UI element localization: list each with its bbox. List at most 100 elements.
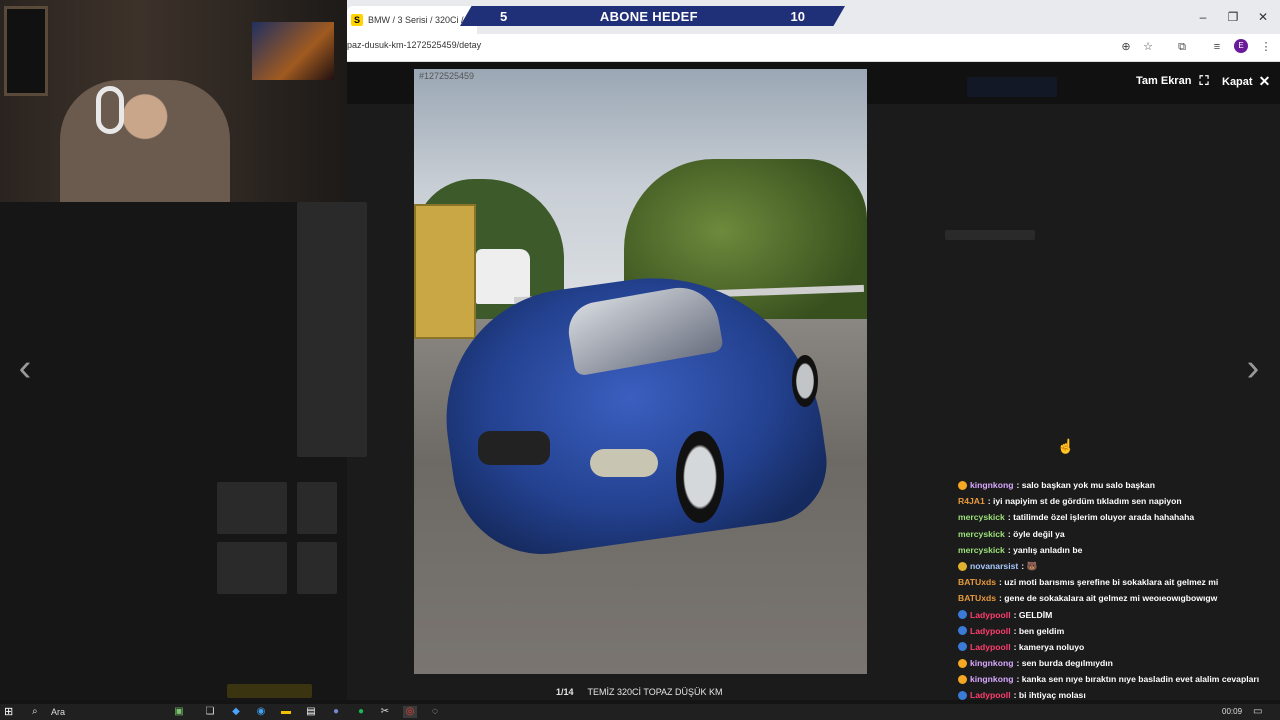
- chat-text: : sen burda degılmıydın: [1016, 658, 1113, 669]
- url-text[interactable]: paz-dusuk-km-1272525459/detay: [347, 40, 481, 50]
- copilot-icon[interactable]: ◆: [229, 706, 243, 718]
- dim-main-photo: [297, 202, 367, 457]
- chat-badge-icon: [958, 658, 967, 668]
- chat-message: mercyskick: tatilimde özel işlerim oluyo…: [958, 509, 1280, 525]
- subscriber-goal-bar: 5 ABONE HEDEF 10: [460, 6, 845, 26]
- windows-start-icon[interactable]: ⊞: [4, 706, 16, 718]
- chrome-icon[interactable]: ◎: [403, 706, 417, 718]
- dim-thumbnail: [217, 542, 287, 594]
- chat-username[interactable]: R4JA1: [958, 493, 985, 509]
- dim-thumbnail: [297, 482, 337, 534]
- chat-text: : kamerya noluyo: [1013, 641, 1085, 652]
- chat-message: Ladypooll: GELDİM: [958, 607, 1280, 623]
- chat-text: : bi ihtiyaç molası: [1013, 690, 1086, 701]
- chat-username[interactable]: kingnkong: [970, 477, 1013, 493]
- capcut-icon[interactable]: ✂: [378, 706, 392, 718]
- bookmark-star-icon[interactable]: ☆: [1140, 39, 1156, 55]
- webcam-feed: [0, 0, 347, 202]
- tab-title: BMW / 3 Serisi / 320Ci / TEM: [368, 15, 477, 25]
- media-icon[interactable]: ≡: [1209, 39, 1225, 55]
- fullscreen-icon: ⛶: [1199, 73, 1209, 88]
- chat-message: kingnkong: salo başkan yok mu salo başka…: [958, 477, 1280, 493]
- chat-message: kingnkong: sen burda degılmıydın: [958, 655, 1280, 671]
- search-icon[interactable]: ⌕: [32, 706, 44, 718]
- chat-text: : 🐻: [1021, 560, 1038, 571]
- chat-username[interactable]: BATUxds: [958, 574, 996, 590]
- chat-username[interactable]: Ladypooll: [970, 687, 1011, 703]
- chat-text: : yanlış anladın be: [1007, 544, 1083, 555]
- zoom-icon[interactable]: ⊕: [1118, 39, 1134, 55]
- chat-username[interactable]: BATUxds: [958, 590, 996, 606]
- taskbar: [0, 704, 1280, 720]
- minimize-button[interactable]: –: [1188, 8, 1218, 26]
- chat-message: Ladypooll: ben geldim: [958, 623, 1280, 639]
- chat-username[interactable]: novanarsist: [970, 558, 1018, 574]
- dim-thumbnail: [217, 482, 287, 534]
- menu-icon[interactable]: ⋮: [1258, 39, 1274, 55]
- browser-tab[interactable]: S BMW / 3 Serisi / 320Ci / TEM: [347, 6, 477, 34]
- next-photo-button[interactable]: ›: [1238, 348, 1268, 388]
- taskbar-search-label[interactable]: Ara: [51, 707, 65, 717]
- chat-message: mercyskick: öyle değil ya: [958, 526, 1280, 542]
- wall-poster: [252, 22, 334, 80]
- chat-message: BATUxds: gene de sokakalara ait gelmez m…: [958, 590, 1280, 606]
- window-close-button[interactable]: ✕: [1248, 8, 1278, 26]
- photo-car-headlight: [590, 449, 658, 477]
- app-icon[interactable]: ◌: [428, 706, 442, 718]
- prev-photo-button[interactable]: ‹: [10, 348, 40, 388]
- discord-icon[interactable]: ●: [329, 706, 343, 718]
- chat-badge-icon: [958, 561, 967, 571]
- restore-button[interactable]: ❐: [1218, 8, 1248, 26]
- chat-username[interactable]: mercyskick: [958, 509, 1005, 525]
- goal-target: 10: [790, 8, 805, 24]
- chat-username[interactable]: Ladypooll: [970, 607, 1011, 623]
- gallery-close-button[interactable]: Kapat ✕: [1222, 73, 1270, 90]
- store-icon[interactable]: ▤: [304, 706, 318, 718]
- chat-username[interactable]: Ladypooll: [970, 639, 1011, 655]
- edge-icon[interactable]: ◉: [254, 706, 268, 718]
- chat-message: BATUxds: uzi moti barısmıs şerefine bi s…: [958, 574, 1280, 590]
- chat-badge-icon: [958, 480, 967, 490]
- chat-message: kingnkong: kanka sen nıye bıraktın nıye …: [958, 671, 1280, 687]
- photo-counter: 1/14: [556, 687, 574, 697]
- taskbar-clock[interactable]: 00:09: [1222, 707, 1242, 716]
- hand-cursor-icon: ☝: [1057, 438, 1075, 454]
- chat-message: Ladypooll: kamerya noluyo: [958, 639, 1280, 655]
- file-explorer-icon[interactable]: ▬: [279, 706, 293, 718]
- photo-title: TEMİZ 320Cİ TOPAZ DÜŞÜK KM: [587, 687, 723, 697]
- wall-frame: [4, 6, 48, 96]
- fullscreen-button[interactable]: Tam Ekran ⛶: [1136, 73, 1209, 89]
- task-view-icon[interactable]: ❏: [203, 706, 217, 718]
- photo-booth: [414, 204, 476, 339]
- chat-badge-icon: [958, 642, 967, 652]
- chat-username[interactable]: Ladypooll: [970, 623, 1011, 639]
- headset: [96, 86, 124, 134]
- photo-car-wheel: [676, 431, 724, 523]
- widgets-icon[interactable]: ▣: [172, 706, 186, 718]
- streamer: [60, 80, 230, 202]
- chat-text: : öyle değil ya: [1007, 528, 1065, 539]
- fullscreen-label: Tam Ekran: [1136, 75, 1192, 87]
- chat-badge-icon: [958, 610, 967, 620]
- chat-text: : uzi moti barısmıs şerefine bi sokaklar…: [999, 577, 1219, 588]
- chat-username[interactable]: kingnkong: [970, 671, 1013, 687]
- chat-message: R4JA1: iyi napiyim st de gördüm tıkladım…: [958, 493, 1280, 509]
- chat-text: : GELDİM: [1013, 609, 1053, 620]
- chat-text: : gene de sokakalara ait gelmez mi weoıe…: [999, 593, 1218, 604]
- chat-message: mercyskick: yanlış anladın be: [958, 542, 1280, 558]
- chat-message: novanarsist: 🐻: [958, 558, 1280, 574]
- chat-username[interactable]: mercyskick: [958, 526, 1005, 542]
- chat-text: : ben geldim: [1013, 625, 1065, 636]
- chat-username[interactable]: mercyskick: [958, 542, 1005, 558]
- photo-car-grille: [478, 431, 550, 465]
- stream-chat: kingnkong: salo başkan yok mu salo başka…: [958, 477, 1280, 720]
- photo-caption: 1/14 TEMİZ 320Cİ TOPAZ DÜŞÜK KM: [556, 687, 723, 697]
- chat-username[interactable]: kingnkong: [970, 655, 1013, 671]
- profile-avatar[interactable]: E: [1234, 39, 1248, 53]
- chat-message: Ladypooll: bi ihtiyaç molası: [958, 687, 1280, 703]
- extensions-icon[interactable]: ⧉: [1174, 39, 1190, 55]
- notification-icon[interactable]: ▭: [1253, 706, 1265, 718]
- goal-title: ABONE HEDEF: [599, 8, 698, 24]
- spotify-icon[interactable]: ●: [354, 706, 368, 718]
- chat-text: : kanka sen nıye bıraktın nıye basladin …: [1016, 674, 1260, 685]
